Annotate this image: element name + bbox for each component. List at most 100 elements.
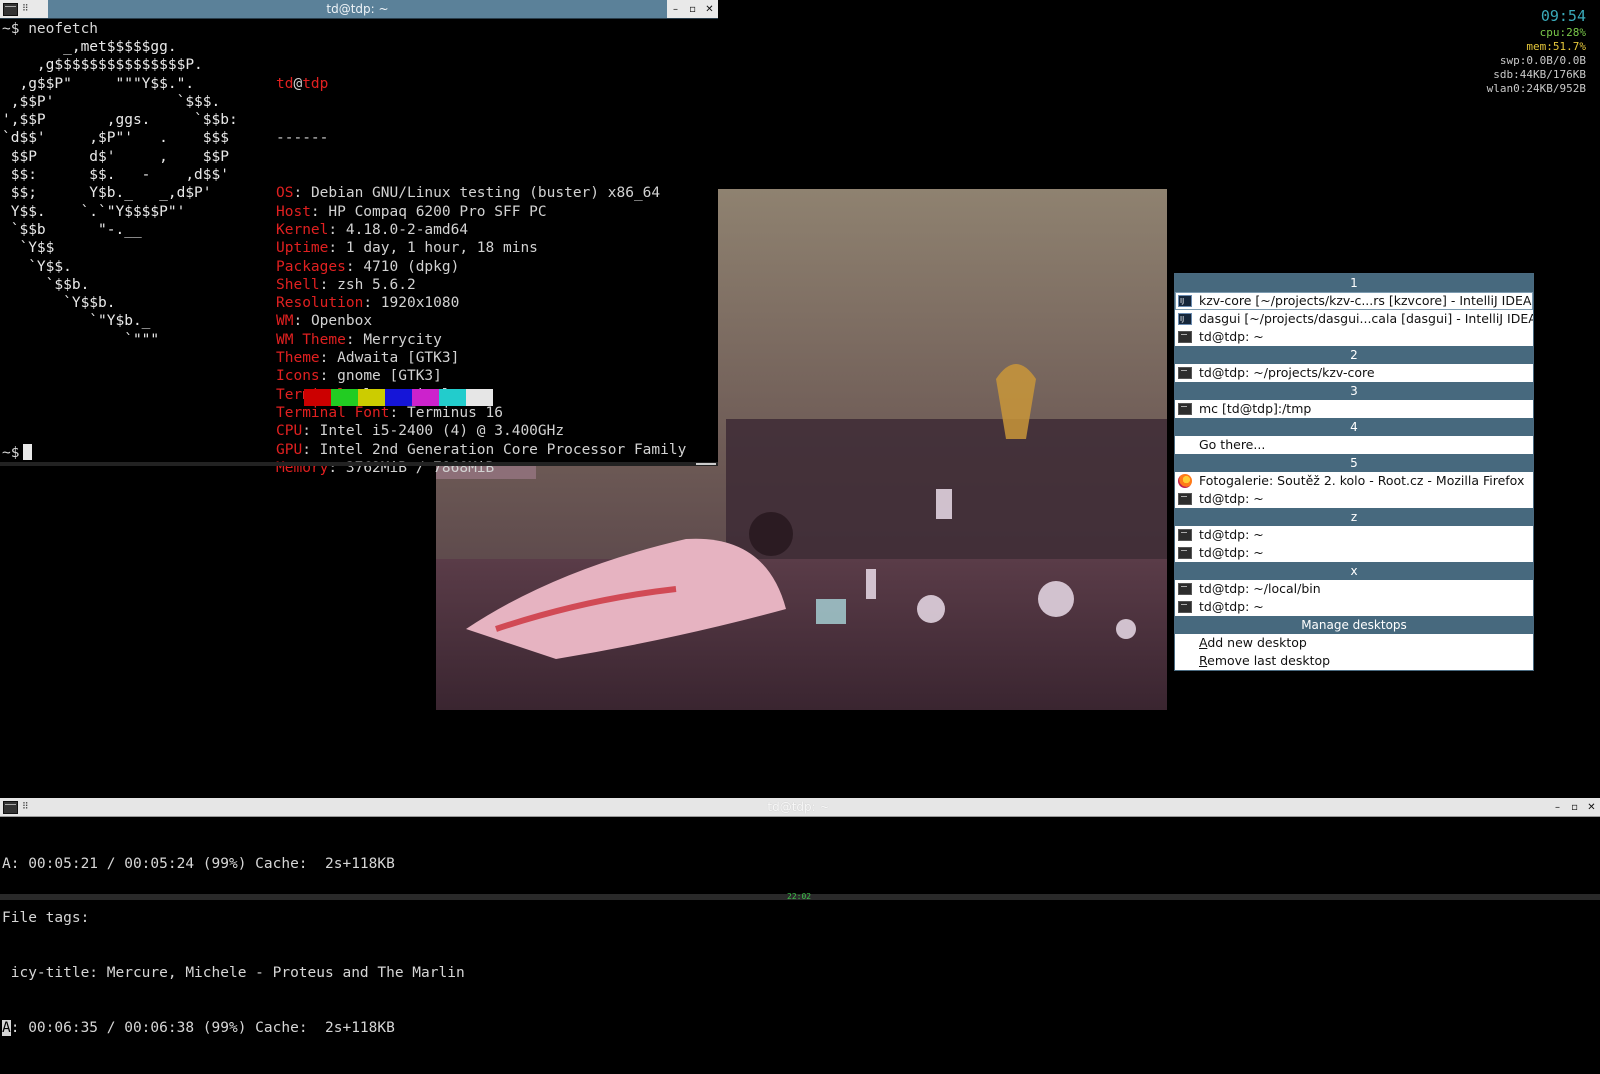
- info-key: Kernel: [276, 221, 329, 238]
- firefox-icon: [1178, 474, 1192, 488]
- close-icon[interactable]: ✕: [1583, 798, 1600, 816]
- logo-line: `$$b "-.__: [2, 221, 142, 238]
- close-icon[interactable]: ✕: [701, 0, 718, 18]
- window-list-item[interactable]: td@tdp: ~/local/bin: [1175, 580, 1533, 598]
- window-list-item[interactable]: td@tdp: ~: [1175, 328, 1533, 346]
- title-bar[interactable]: ⠿ td@tdp: ~ – ▫ ✕: [0, 0, 718, 19]
- info-value: 1920x1080: [380, 295, 460, 312]
- scrollbar[interactable]: [0, 462, 718, 466]
- window-menu-grip-icon[interactable]: ⠿: [22, 4, 29, 14]
- window-list-label: td@tdp: ~/local/bin: [1199, 581, 1321, 596]
- logo-line: ,g$$P" """Y$$.".: [2, 75, 195, 92]
- info-user: td: [276, 75, 294, 92]
- info-host: tdp: [302, 75, 329, 92]
- window-list-item[interactable]: td@tdp: ~/projects/kzv-core: [1175, 364, 1533, 382]
- client-list-menu: 1kzv-core [~/projects/kzv-c...rs [kzvcor…: [1174, 273, 1534, 671]
- info-value: Openbox: [310, 313, 373, 330]
- info-key: OS: [276, 185, 294, 202]
- window-list-item[interactable]: td@tdp: ~: [1175, 544, 1533, 562]
- desktop-header[interactable]: 3: [1175, 382, 1533, 400]
- info-row: CPU: Intel i5-2400 (4) @ 3.400GHz: [276, 423, 565, 440]
- logo-line: `Y$$.: [2, 258, 72, 275]
- info-row: WM Theme: Merrycity: [276, 331, 442, 348]
- disk-io: sdb:44KB/176KB: [1493, 68, 1586, 81]
- tags-label: File tags:: [2, 910, 90, 927]
- terminal-window-bottom[interactable]: ⠿ td@tdp: ~ – ▫ ✕ A: 00:05:21 / 00:05:24…: [0, 798, 1600, 1037]
- player-output: A: 00:05:21 / 00:05:24 (99%) Cache: 2s+1…: [2, 818, 465, 1074]
- remove-desktop-item[interactable]: Remove last desktop: [1175, 652, 1533, 670]
- terminal-window-top[interactable]: ⠿ td@tdp: ~ – ▫ ✕ ~$ neofetch _,met$$$$$…: [0, 0, 718, 476]
- text-cursor: A: [2, 1020, 11, 1037]
- logo-line: `Y$$b.: [2, 295, 116, 312]
- minimize-icon[interactable]: –: [1549, 798, 1566, 816]
- terminal-icon: [1178, 601, 1192, 613]
- info-key: Packages: [276, 258, 346, 275]
- window-list-item[interactable]: mc [td@tdp]:/tmp: [1175, 400, 1533, 418]
- desktop-header[interactable]: 1: [1175, 274, 1533, 292]
- window-menu-grip-icon[interactable]: ⠿: [22, 802, 29, 812]
- window-list-item[interactable]: td@tdp: ~: [1175, 598, 1533, 616]
- info-value: 1 day, 1 hour, 18 mins: [345, 240, 538, 257]
- logo-line: `""": [2, 331, 160, 348]
- info-value: gnome [GTK3]: [337, 368, 442, 385]
- window-list-item[interactable]: td@tdp: ~: [1175, 526, 1533, 544]
- window-list-item[interactable]: td@tdp: ~: [1175, 490, 1533, 508]
- terminal-icon: [1178, 529, 1192, 541]
- terminal-icon: [1178, 367, 1192, 379]
- info-row: WM: Openbox: [276, 313, 373, 330]
- window-title: td@tdp: ~: [326, 2, 389, 16]
- color-swatch: [304, 389, 331, 406]
- window-list-item[interactable]: dasgui [~/projects/dasgui...cala [dasgui…: [1175, 310, 1533, 328]
- terminal-icon: [1178, 583, 1192, 595]
- desktop-header[interactable]: 4: [1175, 418, 1533, 436]
- window-list-item[interactable]: Fotogalerie: Soutěž 2. kolo - Root.cz - …: [1175, 472, 1533, 490]
- desktop-header[interactable]: z: [1175, 508, 1533, 526]
- logo-line: ,$$P' `$$$.: [2, 93, 221, 110]
- minimize-icon[interactable]: –: [667, 0, 684, 18]
- window-list-label: td@tdp: ~: [1199, 329, 1264, 344]
- info-row: Theme: Adwaita [GTK3]: [276, 350, 460, 367]
- terminal-icon: [1178, 547, 1192, 559]
- logo-line: ',$$P ,ggs. `$$b:: [2, 112, 238, 129]
- color-swatch: [466, 389, 493, 406]
- info-key: Terminal Font: [276, 404, 390, 421]
- command-line: ~$ neofetch: [2, 21, 99, 37]
- logo-line: $$P d$' , $$P: [2, 148, 229, 165]
- desktop-header[interactable]: x: [1175, 562, 1533, 580]
- window-list-item[interactable]: kzv-core [~/projects/kzv-c...rs [kzvcore…: [1175, 292, 1533, 310]
- color-swatch: [385, 389, 412, 406]
- window-list-label: kzv-core [~/projects/kzv-c...rs [kzvcore…: [1199, 293, 1532, 308]
- info-row: Shell: zsh 5.6.2: [276, 276, 416, 293]
- color-swatch: [331, 389, 358, 406]
- terminal-app-icon[interactable]: [3, 2, 18, 16]
- logo-line: ,g$$$$$$$$$$$$$$$P.: [2, 57, 203, 74]
- add-desktop-item[interactable]: Add new desktop: [1175, 634, 1533, 652]
- color-swatch: [358, 389, 385, 406]
- terminal-app-icon[interactable]: [3, 800, 18, 814]
- shell-prompt[interactable]: ~$: [2, 444, 33, 462]
- info-at: @: [293, 75, 303, 92]
- info-key: CPU: [276, 423, 303, 440]
- info-row: Icons: gnome [GTK3]: [276, 368, 442, 385]
- info-value: Merrycity: [363, 331, 442, 348]
- info-value: 4.18.0-2-amd64: [345, 221, 469, 238]
- menu-section-header: Manage desktops: [1175, 616, 1533, 634]
- desktop-header[interactable]: 2: [1175, 346, 1533, 364]
- window-list-item[interactable]: Go there...: [1175, 436, 1533, 454]
- title-bar[interactable]: ⠿ td@tdp: ~ – ▫ ✕: [0, 798, 1600, 817]
- desktop-header[interactable]: 5: [1175, 454, 1533, 472]
- maximize-icon[interactable]: ▫: [1566, 798, 1583, 816]
- status-line: A: 00:05:21 / 00:05:24 (99%) Cache: 2s+1…: [2, 855, 395, 872]
- info-row: Kernel: 4.18.0-2-amd64: [276, 221, 469, 238]
- window-list-label: td@tdp: ~/projects/kzv-core: [1199, 365, 1375, 380]
- info-row: Uptime: 1 day, 1 hour, 18 mins: [276, 240, 538, 257]
- info-separator: ------: [276, 130, 329, 147]
- menu-item-label: dd new desktop: [1207, 635, 1307, 650]
- info-row: Packages: 4710 (dpkg): [276, 258, 460, 275]
- info-value: Adwaita [GTK3]: [337, 350, 460, 367]
- info-key: WM: [276, 313, 294, 330]
- maximize-icon[interactable]: ▫: [684, 0, 701, 18]
- debian-logo-ascii: _,met$$$$$gg. ,g$$$$$$$$$$$$$$$P. ,g$$P"…: [2, 38, 238, 349]
- logo-line: Y$$. `.`"Y$$$$P"': [2, 203, 186, 220]
- info-row: Terminal Font: Terminus 16: [276, 404, 503, 421]
